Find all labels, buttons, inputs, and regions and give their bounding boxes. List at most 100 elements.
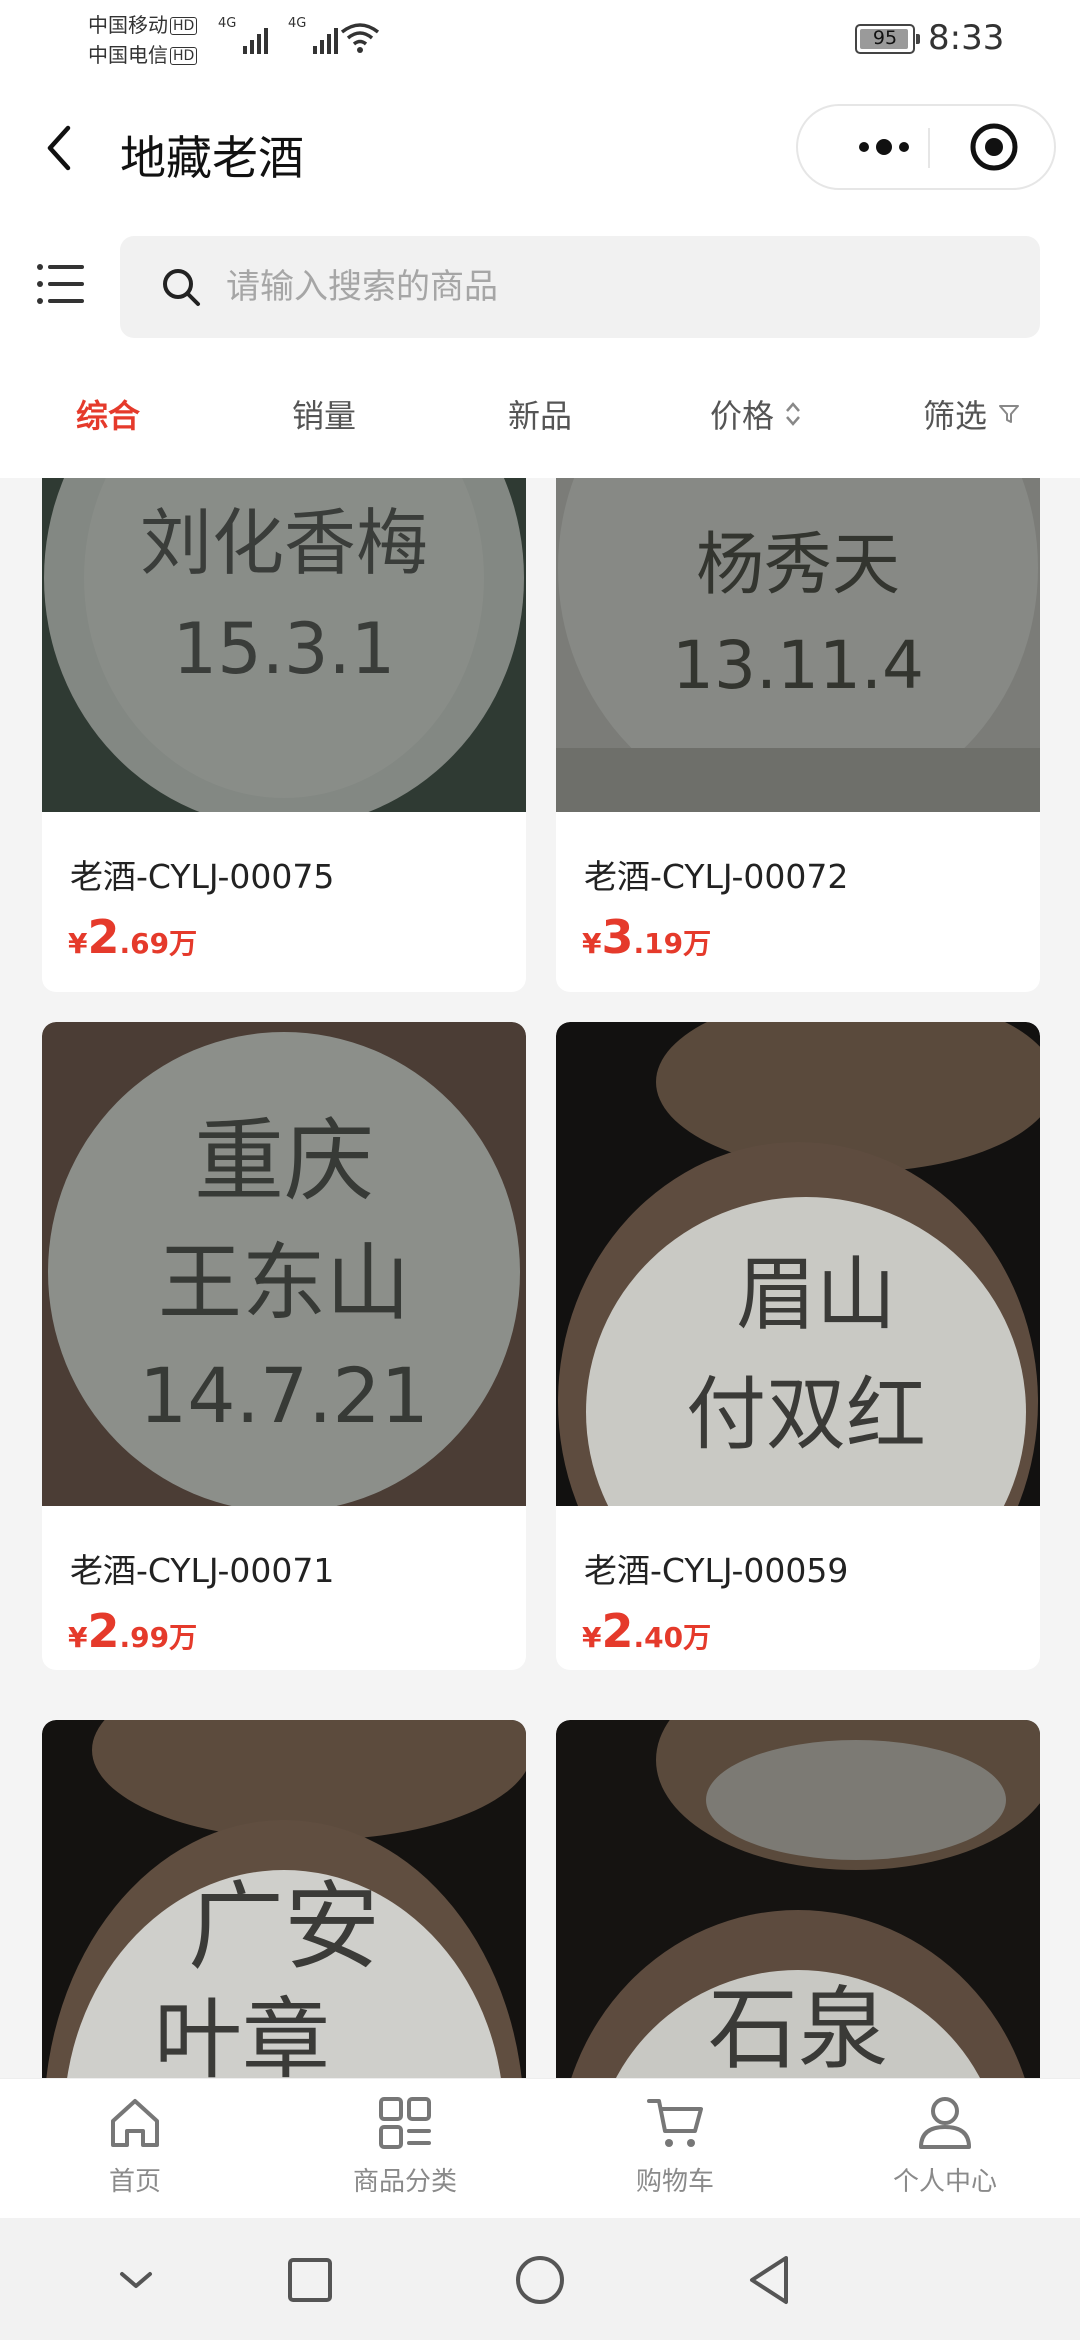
product-name: 老酒-CYLJ-00071 [70, 1551, 335, 1590]
jar-inscription: 14.7.21 [139, 1351, 429, 1440]
search-icon [163, 269, 200, 306]
price-integer: 2 [87, 910, 120, 964]
carrier-info: 中国移动 HD 中国电信 HD [88, 10, 198, 70]
product-name: 老酒-CYLJ-00075 [70, 857, 335, 896]
product-grid: 刘化香梅 15.3.1 老酒-CYLJ-00075 ¥2.69万 江苏 杨秀天 … [0, 478, 1080, 2078]
product-image[interactable]: 眉山 付双红 [556, 1022, 1040, 1506]
product-price: ¥3.19万 [582, 910, 711, 964]
jar-inscription: 眉山 [736, 1248, 896, 1341]
jar-inscription: 杨秀天 [696, 526, 900, 605]
tab-new[interactable]: 新品 [432, 350, 648, 478]
jar-inscription: 重庆 [194, 1109, 374, 1214]
currency-symbol: ¥ [582, 927, 602, 960]
product-card[interactable]: 石泉 [556, 1720, 1040, 2078]
signal-icons: 4G 4G [218, 16, 338, 54]
target-circle-icon[interactable] [968, 121, 1020, 173]
price-unit: 万 [683, 927, 712, 960]
product-image[interactable]: 刘化香梅 15.3.1 [42, 478, 526, 812]
battery-icon: 95 [855, 24, 920, 54]
app-page: 中国移动 HD 中国电信 HD 4G 4G 95 8:33 地藏老酒 请输入搜索… [0, 0, 1080, 2340]
user-icon [919, 2097, 971, 2149]
search-input[interactable] [226, 256, 1006, 318]
product-price: ¥2.69万 [68, 910, 197, 964]
clock: 8:33 [928, 18, 1005, 58]
tab-home[interactable]: 首页 [0, 2079, 270, 2218]
status-bar: 中国移动 HD 中国电信 HD 4G 4G 95 8:33 [0, 0, 1080, 84]
price-unit: 万 [169, 927, 198, 960]
tab-profile[interactable]: 个人中心 [810, 2079, 1080, 2218]
more-dots-icon[interactable] [838, 106, 938, 188]
carrier-2: 中国电信 [88, 43, 168, 67]
product-card[interactable]: 江苏 杨秀天 13.11.4 老酒-CYLJ-00072 ¥3.19万 [556, 478, 1040, 992]
product-card[interactable]: 重庆 王东山 14.7.21 老酒-CYLJ-00071 ¥2.99万 [42, 1022, 526, 1670]
price-decimal: .40 [633, 1621, 684, 1654]
tab-label: 个人中心 [892, 2167, 997, 2197]
home-circle-icon[interactable] [512, 2252, 568, 2308]
tab-filter[interactable]: 筛选 [864, 350, 1080, 478]
recents-square-icon[interactable] [282, 2252, 338, 2308]
product-image[interactable]: 江苏 杨秀天 13.11.4 [556, 478, 1040, 812]
home-icon [111, 2099, 159, 2147]
jar-inscription: 石泉 [708, 1977, 888, 2078]
product-name: 老酒-CYLJ-00059 [584, 1551, 849, 1590]
carrier-1: 中国移动 [88, 13, 168, 37]
jar-inscription: 13.11.4 [672, 627, 924, 704]
network-type: 4G [288, 16, 307, 31]
battery-level: 95 [872, 27, 898, 49]
search-box[interactable] [120, 236, 1040, 338]
product-card[interactable]: 广安 叶章 [42, 1720, 526, 2078]
jar-inscription: 付双红 [686, 1368, 926, 1461]
jar-inscription: 15.3.1 [173, 608, 396, 690]
tab-label: 筛选 [922, 397, 987, 435]
list-menu-icon[interactable] [36, 262, 86, 306]
product-card[interactable]: 刘化香梅 15.3.1 老酒-CYLJ-00075 ¥2.69万 [42, 478, 526, 992]
jar-inscription: 广安 [188, 1871, 380, 1983]
tab-category[interactable]: 商品分类 [270, 2079, 540, 2218]
tab-label: 价格 [709, 397, 774, 435]
price-unit: 万 [683, 1621, 712, 1654]
price-unit: 万 [169, 1621, 198, 1654]
price-decimal: .69 [119, 927, 170, 960]
product-price: ¥2.40万 [582, 1604, 711, 1658]
hd-badge: HD [170, 17, 198, 35]
capsule-menu [796, 104, 1056, 190]
price-integer: 2 [601, 1604, 634, 1658]
tab-label: 首页 [108, 2167, 161, 2197]
sort-tabs: 综合 销量 新品 价格 筛选 [0, 350, 1080, 478]
price-decimal: .99 [119, 1621, 170, 1654]
product-image[interactable]: 石泉 [556, 1720, 1040, 2078]
cart-icon [647, 2099, 703, 2147]
back-triangle-icon[interactable] [742, 2252, 798, 2308]
system-nav-bar [0, 2218, 1080, 2340]
bottom-tab-bar: 首页 商品分类 购物车 个人中心 [0, 2078, 1080, 2218]
currency-symbol: ¥ [582, 1621, 602, 1654]
tab-label: 新品 [507, 397, 572, 435]
tab-label: 商品分类 [352, 2167, 457, 2197]
network-type: 4G [218, 16, 237, 31]
product-card[interactable]: 眉山 付双红 老酒-CYLJ-00059 ¥2.40万 [556, 1022, 1040, 1670]
currency-symbol: ¥ [68, 927, 88, 960]
tab-sales[interactable]: 销量 [216, 350, 432, 478]
product-image[interactable]: 重庆 王东山 14.7.21 [42, 1022, 526, 1506]
wifi-icon [340, 23, 380, 53]
hd-badge: HD [170, 47, 198, 65]
search-row [0, 210, 1080, 350]
chevron-down-icon[interactable] [108, 2252, 164, 2308]
chevron-left-icon[interactable] [40, 120, 80, 176]
product-price: ¥2.99万 [68, 1604, 197, 1658]
tab-label: 综合 [75, 397, 140, 435]
tab-price[interactable]: 价格 [648, 350, 864, 478]
jar-inscription: 刘化香梅 [140, 501, 428, 585]
mini-program-header: 地藏老酒 [0, 84, 1080, 210]
jar-inscription: 江苏 [734, 478, 862, 484]
signal-icon: 4G [288, 16, 338, 54]
tab-label: 销量 [291, 397, 356, 435]
capsule-divider [928, 128, 930, 168]
product-image[interactable]: 广安 叶章 [42, 1720, 526, 2078]
sort-updown-icon [786, 402, 800, 426]
tab-comprehensive[interactable]: 综合 [0, 350, 216, 478]
tab-cart[interactable]: 购物车 [540, 2079, 810, 2218]
grid-category-icon [379, 2097, 431, 2149]
page-title: 地藏老酒 [120, 131, 304, 185]
filter-funnel-icon [999, 405, 1019, 423]
